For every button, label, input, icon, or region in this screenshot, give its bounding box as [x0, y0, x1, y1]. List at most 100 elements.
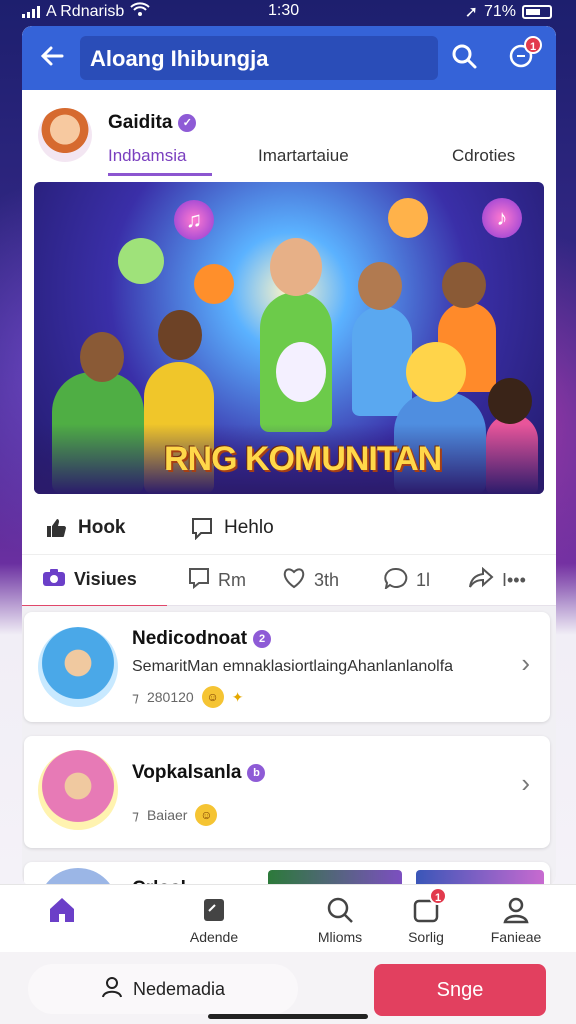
camera-icon [42, 567, 66, 592]
tag-icon: ⁊ [132, 688, 139, 705]
notifications-button[interactable]: 1 [506, 36, 542, 74]
top-bar: Aloang Ihibungja 1 [22, 26, 556, 90]
group-avatar [38, 627, 118, 707]
nav-badge: 1 [429, 887, 447, 905]
nav-mlioms[interactable]: Mlioms [300, 895, 380, 945]
chat-icon [188, 567, 210, 594]
list-item-description: SemaritMan emnaklasiortlaingAhanlanlanol… [132, 658, 454, 675]
nedemadia-label: Nedemadia [132, 978, 226, 999]
profile-name-row: Gaidita ✓ [108, 112, 197, 134]
sun-character [194, 264, 234, 304]
verified-icon: ✓ [178, 114, 197, 132]
speech-icon [384, 567, 408, 594]
person-head [488, 378, 532, 424]
list-item[interactable]: Vopkalsanla b ⁊ Baiaer ☺ › [24, 736, 550, 848]
tab-indbamsia[interactable]: Indbamsia [108, 146, 214, 176]
list-item-meta: ⁊ 280120 ☺ ✦ [132, 686, 243, 708]
avatar[interactable] [38, 108, 92, 162]
notification-badge: 1 [524, 36, 542, 54]
carrier-name: A Rdnarisb [46, 2, 125, 20]
chevron-right-icon[interactable]: › [521, 648, 530, 679]
heart-button[interactable]: 3th [282, 567, 339, 594]
search-icon [325, 895, 355, 925]
speech-count: 1l [416, 570, 431, 590]
battery-icon [522, 5, 552, 19]
music-note-icon: ♪ [482, 198, 522, 238]
list-item-meta: ⁊ Baiaer ☺ [132, 804, 218, 826]
rm-label: Rm [218, 570, 246, 590]
share-label: I••• [502, 570, 526, 590]
list-item[interactable]: Nedicodnoat 2 SemaritMan emnaklasiortlai… [24, 612, 550, 722]
thumbs-up-icon [44, 516, 68, 540]
inbox-icon: 1 [411, 887, 447, 925]
community-banner-image[interactable]: ♫ ♪ RNG KOMUNITAN [34, 182, 544, 494]
signal-icon [22, 5, 40, 18]
home-icon [47, 895, 77, 925]
list-item-title: Nedicodnoat [132, 628, 248, 649]
share-button[interactable]: I••• [468, 566, 526, 594]
primary-actions: Hook Hehlo [22, 506, 556, 552]
secondary-actions: Visiues Rm 3th 1l I••• [22, 554, 556, 608]
nav-fanieae-label: Fanieae [490, 929, 542, 945]
status-bar: A Rdnarisb 1:30 ➚ 71% [0, 0, 576, 24]
list-item-title-row: Nedicodnoat 2 [132, 628, 272, 650]
nav-fanieae[interactable]: Fanieae [476, 895, 556, 945]
nedemadia-button[interactable]: Nedemadia [28, 964, 298, 1014]
note-icon [199, 895, 229, 925]
group-avatar [38, 750, 118, 830]
battery-percent: 71% [483, 3, 516, 20]
visiues-label: Visiues [74, 569, 137, 589]
verified-icon: b [247, 764, 266, 782]
nav-home[interactable] [22, 895, 102, 929]
tab-visiues[interactable]: Visiues [22, 567, 167, 608]
nav-mlioms-label: Mlioms [317, 929, 363, 945]
user-icon [101, 976, 123, 1003]
verified-icon: 2 [253, 630, 272, 648]
cartoon-character [118, 238, 164, 284]
nav-adende[interactable]: Adende [174, 895, 254, 945]
person-head [270, 238, 322, 296]
person-head [442, 262, 486, 308]
mascot-character [276, 342, 326, 402]
emoji-icon: ☺ [201, 686, 224, 708]
hehlo-button[interactable]: Hehlo [190, 516, 274, 541]
person-figure [352, 306, 412, 416]
nav-sorlig[interactable]: 1 Sorlig [386, 887, 466, 945]
chevron-right-icon[interactable]: › [521, 768, 530, 799]
search-icon[interactable] [450, 42, 480, 72]
speech-button[interactable]: 1l [384, 567, 430, 594]
main-card: Aloang Ihibungja 1 Gaidita ✓ Indbamsia I… [22, 26, 556, 886]
profile-header: Gaidita ✓ Indbamsia Imartartaiue Cdrotie… [22, 90, 556, 186]
hook-button[interactable]: Hook [44, 516, 126, 540]
sparkle-icon: ✦ [231, 688, 244, 705]
primary-cta-button[interactable]: Snge [374, 964, 546, 1016]
banner-title: RNG KOMUNITAN [164, 440, 442, 478]
location-icon: ➚ [464, 4, 478, 21]
profile-name: Gaidita [108, 112, 173, 133]
music-note-icon: ♫ [174, 200, 214, 240]
hehlo-label: Hehlo [224, 517, 274, 538]
tag-icon: ⁊ [132, 806, 139, 823]
tab-cdroties[interactable]: Cdroties [452, 146, 515, 166]
profile-icon [501, 895, 531, 925]
wifi-icon [130, 2, 150, 21]
hook-label: Hook [78, 517, 126, 538]
list-item-title-row: Vopkalsanla b [132, 762, 266, 784]
list-item[interactable]: Crlosl [24, 862, 550, 886]
heart-icon [282, 567, 306, 594]
nav-sorlig-label: Sorlig [408, 929, 444, 945]
list-item-count: 280120 [146, 689, 194, 705]
clock: 1:30 [268, 2, 300, 19]
person-head [406, 342, 466, 402]
search-field[interactable]: Aloang Ihibungja [80, 36, 438, 80]
heart-count: 3th [314, 570, 340, 590]
back-arrow-icon[interactable] [38, 42, 70, 74]
person-head [358, 262, 402, 310]
rm-button[interactable]: Rm [188, 567, 246, 594]
comment-icon [190, 516, 214, 541]
list-container: Nedicodnoat 2 SemaritMan emnaklasiortlai… [22, 606, 556, 886]
emoji-icon: ☺ [195, 804, 218, 826]
tab-imartartaiue[interactable]: Imartartaiue [258, 146, 349, 166]
share-icon [468, 566, 494, 594]
person-head [158, 310, 202, 360]
